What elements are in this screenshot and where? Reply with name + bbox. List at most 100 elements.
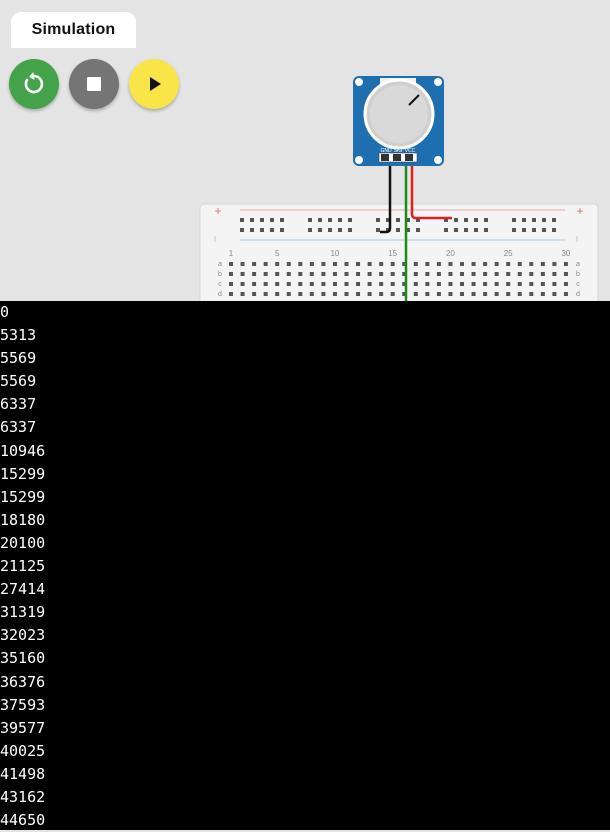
terminal-hole	[263, 272, 268, 276]
terminal-hole	[563, 262, 568, 266]
rail-hole	[308, 218, 312, 222]
terminal-hole	[483, 282, 488, 286]
restart-icon	[24, 72, 44, 94]
terminal-hole	[494, 282, 499, 286]
serial-line: 5569	[0, 349, 37, 368]
terminal-hole	[494, 272, 499, 276]
terminal-hole	[529, 282, 534, 286]
serial-line: 36376	[0, 672, 46, 691]
rail-hole	[532, 228, 536, 232]
terminal-hole	[540, 292, 545, 296]
terminal-hole	[563, 282, 568, 286]
tab-simulation[interactable]: Simulation	[11, 12, 136, 48]
restart-button[interactable]	[9, 59, 59, 109]
breadboard[interactable]: + + 1 5 10 15 20 25 30 a ab bc cd d	[199, 203, 599, 301]
stop-button[interactable]	[69, 59, 119, 109]
serial-line: 5569	[0, 372, 37, 391]
terminal-hole	[321, 262, 326, 266]
rail-hole	[512, 228, 516, 232]
terminal-hole	[286, 262, 291, 266]
rail-hole	[532, 218, 536, 222]
play-button[interactable]	[129, 59, 179, 109]
terminal-hole	[425, 282, 430, 286]
terminal-hole	[517, 282, 522, 286]
row-label: c	[576, 281, 580, 288]
terminal-hole	[344, 282, 349, 286]
terminal-hole	[506, 262, 511, 266]
terminal-hole	[436, 292, 441, 296]
serial-line: 39577	[0, 718, 46, 737]
terminal-hole	[413, 262, 418, 266]
row-label: d	[576, 291, 580, 298]
stop-icon	[87, 77, 101, 91]
terminal-hole	[483, 272, 488, 276]
terminal-hole	[263, 282, 268, 286]
terminal-hole	[471, 292, 476, 296]
rail-hole	[484, 228, 488, 232]
terminal-hole	[517, 262, 522, 266]
terminal-hole	[529, 262, 534, 266]
serial-line: 31319	[0, 603, 46, 622]
terminal-hole	[309, 262, 314, 266]
serial-line: 10946	[0, 441, 46, 460]
terminal-hole	[379, 262, 384, 266]
serial-line: 43162	[0, 787, 46, 806]
terminal-hole	[517, 292, 522, 296]
terminal-hole	[286, 292, 291, 296]
terminal-hole	[552, 272, 557, 276]
rail-hole	[348, 218, 352, 222]
serial-line: 41498	[0, 764, 46, 783]
rail-hole	[240, 228, 244, 232]
terminal-hole	[390, 262, 395, 266]
potentiometer-module[interactable]: GND SIG VCC	[353, 76, 444, 166]
terminal-hole	[263, 262, 268, 266]
rail-hole	[250, 228, 254, 232]
rail-hole	[484, 218, 488, 222]
rail-hole	[376, 218, 380, 222]
serial-line: 15299	[0, 464, 46, 483]
terminal-hole	[517, 272, 522, 276]
terminal-hole	[229, 292, 233, 296]
rail-hole	[240, 218, 244, 222]
terminal-hole	[379, 282, 384, 286]
serial-line: 32023	[0, 626, 46, 645]
terminal-hole	[356, 262, 361, 266]
terminal-hole	[275, 292, 280, 296]
serial-monitor-output[interactable]: 0 5313 5569 5569 6337 6337 10946 15299 15299 1818…	[0, 301, 610, 830]
column-label: 15	[388, 249, 397, 258]
terminal-hole	[506, 272, 511, 276]
rail-hole	[318, 228, 322, 232]
rail-hole	[328, 228, 332, 232]
terminal-hole	[286, 272, 291, 276]
terminal-hole	[309, 272, 314, 276]
rail-hole	[280, 228, 284, 232]
rail-hole	[474, 218, 478, 222]
terminal-hole	[344, 272, 349, 276]
column-label: 10	[330, 249, 339, 258]
row-label: d	[218, 291, 222, 298]
terminal-hole	[494, 292, 499, 296]
rail-hole	[444, 228, 448, 232]
terminal-hole	[356, 282, 361, 286]
terminal-hole	[229, 272, 233, 276]
rail-hole	[522, 218, 526, 222]
rail-hole	[416, 228, 420, 232]
row-label: b	[576, 271, 580, 278]
terminal-hole	[390, 292, 395, 296]
terminal-hole	[425, 272, 430, 276]
column-label: 1	[229, 249, 234, 258]
simulation-canvas[interactable]: + + 1 5 10 15 20 25 30 aabbccdd GND SIG …	[0, 0, 610, 301]
row-label: a	[576, 261, 580, 268]
terminal-hole	[552, 292, 557, 296]
terminal-hole	[471, 262, 476, 266]
serial-line: 18180	[0, 510, 46, 529]
terminal-hole	[332, 262, 337, 266]
rail-hole	[542, 228, 546, 232]
rail-hole	[270, 228, 274, 232]
rail-hole	[328, 218, 332, 222]
rail-hole	[260, 228, 264, 232]
serial-line: 5313	[0, 326, 37, 345]
terminal-hole	[390, 272, 395, 276]
column-label: 20	[446, 249, 455, 258]
terminal-hole	[425, 262, 430, 266]
